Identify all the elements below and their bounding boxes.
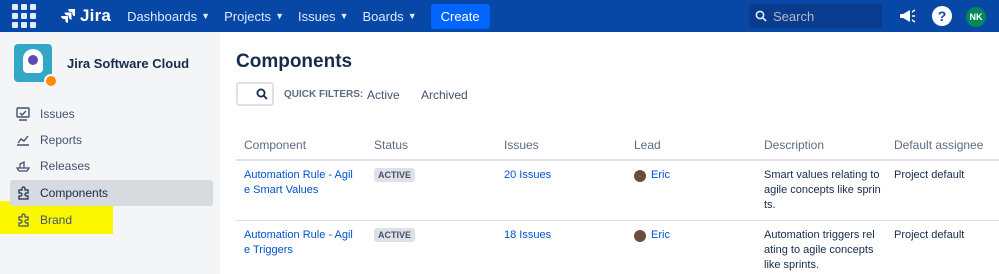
table-header-row: Component Status Issues Lead Description… bbox=[236, 131, 999, 161]
top-navigation: Jira Dashboards ▼ Projects ▼ Issues ▼ Board… bbox=[0, 0, 999, 32]
project-header[interactable]: Jira Software Cloud bbox=[14, 44, 190, 88]
primary-nav: Dashboards ▼ Projects ▼ Issues ▼ Boards ▼ Cr… bbox=[127, 3, 490, 29]
status-cell: ACTIVE bbox=[366, 220, 496, 274]
nav-projects[interactable]: Projects ▼ bbox=[224, 9, 284, 24]
component-name-part: e Triggers bbox=[244, 244, 293, 256]
description-part: ts. bbox=[764, 199, 776, 211]
component-name-part: Automation Rule - Agil bbox=[244, 169, 353, 181]
project-avatar bbox=[14, 44, 58, 88]
jira-logo-text: Jira bbox=[80, 6, 112, 25]
component-name-part: e Smart Values bbox=[244, 184, 319, 196]
lead-avatar bbox=[634, 229, 646, 242]
component-link[interactable]: Automation Rule - Agil e Smart Values bbox=[244, 169, 353, 196]
reports-icon bbox=[17, 135, 29, 146]
default-assignee-cell: Project default bbox=[886, 220, 999, 274]
lead-cell: Eric bbox=[626, 220, 756, 274]
column-header-issues[interactable]: Issues bbox=[496, 131, 626, 161]
chevron-down-icon: ▼ bbox=[407, 11, 417, 21]
help-icon[interactable]: ? bbox=[932, 6, 952, 26]
nav-boards-label: Boards bbox=[362, 8, 404, 24]
component-name-part: Automation Rule - Agil bbox=[244, 229, 353, 241]
components-table: Component Status Issues Lead Description… bbox=[236, 131, 999, 274]
quick-filters-label: QUICK FILTERS: bbox=[284, 89, 364, 100]
chevron-down-icon: ▼ bbox=[201, 11, 211, 21]
sidebar-item-label: Brand bbox=[40, 213, 73, 227]
filter-search-input[interactable] bbox=[236, 82, 274, 106]
project-sidebar: Jira Software Cloud Issues Reports Relea… bbox=[0, 32, 220, 274]
search-icon bbox=[256, 88, 268, 100]
component-cell: Automation Rule - Agil e Smart Values bbox=[236, 160, 366, 221]
jira-logo[interactable]: Jira bbox=[60, 6, 111, 26]
issues-icon bbox=[16, 107, 30, 121]
component-link[interactable]: Automation Rule - Agil e Triggers bbox=[244, 229, 353, 256]
search-input[interactable] bbox=[773, 8, 873, 24]
nav-issues-label: Issues bbox=[297, 8, 336, 24]
sidebar-item-releases[interactable]: Releases bbox=[10, 153, 213, 179]
description-part: Automation triggers rel bbox=[764, 229, 875, 241]
column-header-default-assignee[interactable]: Default assignee bbox=[886, 131, 999, 161]
sidebar-item-brand[interactable]: Brand bbox=[10, 207, 213, 233]
issues-link[interactable]: 20 Issues bbox=[504, 169, 551, 181]
sidebar-item-reports[interactable]: Reports bbox=[10, 127, 213, 153]
lead-link[interactable]: Eric bbox=[651, 228, 670, 243]
sidebar-item-components[interactable]: Components bbox=[10, 180, 213, 206]
quick-filter-active[interactable]: Active bbox=[367, 88, 400, 102]
page-title: Components bbox=[236, 51, 353, 72]
sidebar-item-issues[interactable]: Issues bbox=[10, 101, 213, 127]
releases-icon bbox=[16, 160, 30, 172]
issues-link[interactable]: 18 Issues bbox=[504, 229, 551, 241]
user-avatar[interactable]: NK bbox=[966, 7, 986, 27]
nav-projects-label: Projects bbox=[224, 8, 272, 24]
components-icon bbox=[18, 186, 29, 200]
quick-filter-archived[interactable]: Archived bbox=[421, 88, 468, 102]
search-box[interactable] bbox=[749, 4, 882, 28]
default-assignee-cell: Project default bbox=[886, 160, 999, 221]
notifications-megaphone-icon[interactable] bbox=[897, 6, 917, 26]
column-header-description[interactable]: Description bbox=[756, 131, 886, 161]
main-content: Components QUICK FILTERS: Active Archive… bbox=[220, 32, 999, 274]
status-badge: ACTIVE bbox=[374, 228, 416, 242]
sidebar-item-label: Issues bbox=[40, 107, 75, 121]
lead-link[interactable]: Eric bbox=[651, 168, 670, 183]
issues-cell: 20 Issues bbox=[496, 160, 626, 221]
description-cell: Automation triggers rel ating to agile co… bbox=[756, 220, 886, 274]
chevron-down-icon: ▼ bbox=[275, 11, 284, 21]
nav-dashboards[interactable]: Dashboards ▼ bbox=[127, 9, 210, 24]
lead-cell: Eric bbox=[626, 160, 756, 221]
project-name: Jira Software Cloud bbox=[67, 55, 190, 71]
description-part: ating to agile concepts bbox=[764, 244, 874, 256]
table-row: Automation Rule - Agil e Triggers ACTIVE … bbox=[236, 220, 999, 274]
nav-dashboards-label: Dashboards bbox=[127, 8, 198, 24]
puzzle-icon bbox=[18, 213, 29, 227]
status-cell: ACTIVE bbox=[366, 160, 496, 221]
column-header-component[interactable]: Component bbox=[236, 131, 366, 161]
issues-cell: 18 Issues bbox=[496, 220, 626, 274]
status-badge: ACTIVE bbox=[374, 168, 416, 182]
chevron-down-icon: ▼ bbox=[339, 11, 349, 21]
table-row: Automation Rule - Agil e Smart Values ACT… bbox=[236, 160, 999, 221]
nav-boards[interactable]: Boards ▼ bbox=[362, 9, 416, 24]
description-part: agile concepts like sprin bbox=[764, 184, 881, 196]
description-part: Smart values relating to bbox=[764, 169, 880, 181]
app-switcher-icon[interactable] bbox=[12, 4, 36, 28]
create-button[interactable]: Create bbox=[430, 3, 490, 29]
column-header-status[interactable]: Status bbox=[366, 131, 496, 161]
sidebar-item-label: Releases bbox=[40, 159, 91, 173]
nav-issues[interactable]: Issues ▼ bbox=[298, 9, 349, 24]
sidebar-item-label: Reports bbox=[40, 133, 83, 147]
column-header-lead[interactable]: Lead bbox=[626, 131, 756, 161]
description-part: like sprints. bbox=[764, 259, 820, 271]
component-cell: Automation Rule - Agil e Triggers bbox=[236, 220, 366, 274]
description-cell: Smart values relating to agile concepts l… bbox=[756, 160, 886, 221]
lead-avatar bbox=[634, 169, 646, 182]
jira-logo-icon bbox=[61, 9, 75, 23]
search-icon bbox=[755, 10, 767, 22]
sidebar-item-label: Components bbox=[40, 186, 109, 200]
